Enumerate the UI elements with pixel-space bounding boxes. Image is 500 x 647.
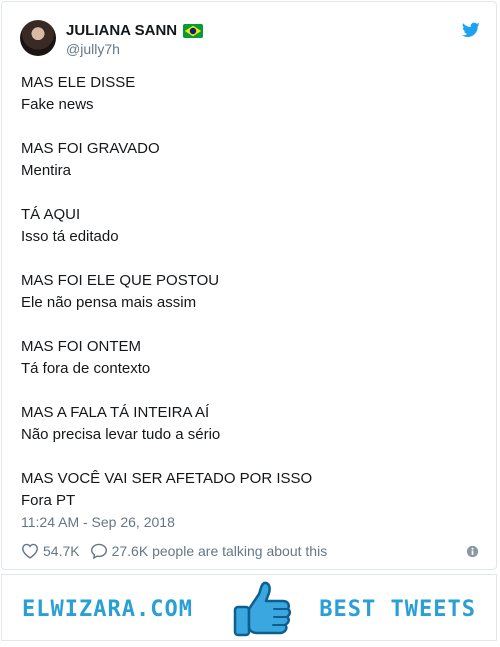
tweet-line: MAS FOI GRAVADO (21, 140, 160, 157)
tweet-paragraph: MAS VOCÊ VAI SER AFETADO POR ISSO Fora P… (21, 468, 481, 512)
tweet-paragraph: TÁ AQUI Isso tá editado (21, 204, 481, 248)
tweet-line: Mentira (21, 162, 72, 179)
footer-banner: ELWIZARA.COM BEST TWEETS (1, 574, 497, 641)
tweet-line: MAS A FALA TÁ INTEIRA AÍ (21, 404, 210, 421)
site-name[interactable]: ELWIZARA.COM (22, 597, 193, 622)
thumbs-up-icon (233, 581, 292, 637)
info-icon[interactable] (466, 545, 479, 558)
tweet-paragraph: MAS A FALA TÁ INTEIRA AÍ Não precisa lev… (21, 402, 481, 446)
tweet-timestamp[interactable]: 11:24 AM - Sep 26, 2018 (21, 514, 175, 530)
tweet-text: MAS ELE DISSE Fake news MAS FOI GRAVADO … (21, 72, 481, 534)
tweet-paragraph: MAS FOI ELE QUE POSTOU Ele não pensa mai… (21, 270, 481, 314)
tweet-line: MAS FOI ONTEM (21, 338, 141, 355)
tweet-line: MAS VOCÊ VAI SER AFETADO POR ISSO (21, 470, 313, 487)
brazil-flag-icon (183, 23, 204, 38)
twitter-bird-icon[interactable] (462, 22, 480, 38)
tweet-line: Isso tá editado (21, 228, 119, 245)
tweet-line: Não precisa levar tudo a sério (21, 426, 221, 443)
tweet-paragraph: MAS FOI GRAVADO Mentira (21, 138, 481, 182)
heart-icon (21, 543, 39, 559)
tweet-line: Tá fora de contexto (21, 360, 151, 377)
tweet-actions: 54.7K 27.6K people are talking about thi… (21, 541, 327, 561)
like-button[interactable]: 54.7K (21, 543, 80, 559)
author-handle[interactable]: @jully7h (66, 41, 120, 57)
reply-button[interactable]: 27.6K people are talking about this (90, 543, 328, 559)
tweet-line: MAS FOI ELE QUE POSTOU (21, 272, 220, 289)
best-tweets-label: BEST TWEETS (319, 597, 476, 622)
tweet-line: MAS ELE DISSE (21, 74, 136, 91)
tweet-paragraph: MAS ELE DISSE Fake news (21, 72, 481, 116)
tweet-line: Ele não pensa mais assim (21, 294, 197, 311)
like-count: 54.7K (43, 543, 80, 559)
tweet-line: Fora PT (21, 492, 76, 509)
tweet-line: Fake news (21, 96, 94, 113)
author-name-row[interactable]: JULIANA SANN (66, 22, 204, 39)
avatar[interactable] (20, 20, 56, 56)
author-name[interactable]: JULIANA SANN (66, 22, 177, 39)
reply-summary: 27.6K people are talking about this (111, 543, 328, 559)
tweet-paragraph: MAS FOI ONTEM Tá fora de contexto (21, 336, 481, 380)
speech-bubble-icon (90, 543, 107, 559)
tweet-line: TÁ AQUI (21, 206, 81, 223)
